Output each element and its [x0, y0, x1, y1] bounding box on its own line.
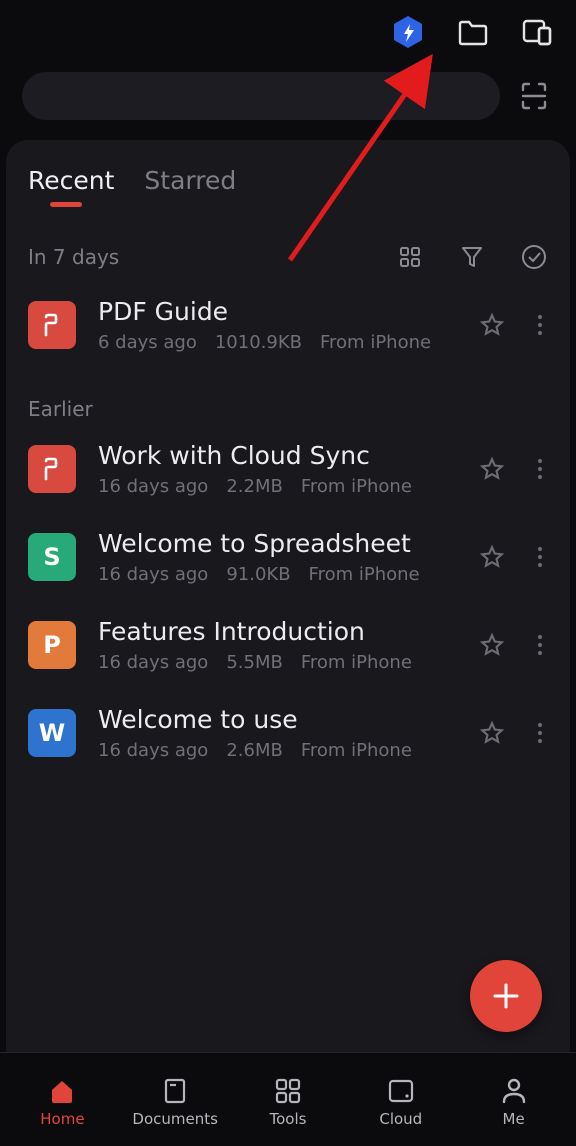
- nav-tools[interactable]: Tools: [232, 1076, 345, 1128]
- file-size: 2.2MB: [226, 476, 283, 497]
- file-size: 2.6MB: [226, 740, 283, 761]
- file-text: Welcome to use 16 days ago 2.6MB From iP…: [98, 705, 456, 761]
- file-item[interactable]: S Welcome to Spreadsheet 16 days ago 91.…: [6, 513, 570, 601]
- search-input[interactable]: [22, 72, 500, 120]
- file-source: From iPhone: [301, 476, 412, 497]
- more-icon[interactable]: [532, 719, 548, 747]
- file-age: 16 days ago: [98, 564, 208, 585]
- top-bar: [0, 0, 576, 64]
- boost-icon[interactable]: [390, 14, 426, 50]
- file-source: From iPhone: [301, 652, 412, 673]
- bottom-nav: Home Documents Tools Cloud Me: [0, 1052, 576, 1146]
- nav-me[interactable]: Me: [457, 1076, 570, 1128]
- filter-icon[interactable]: [458, 243, 486, 271]
- file-name: Features Introduction: [98, 617, 456, 646]
- file-item[interactable]: Work with Cloud Sync 16 days ago 2.2MB F…: [6, 425, 570, 513]
- file-name: PDF Guide: [98, 297, 456, 326]
- person-icon: [499, 1076, 529, 1106]
- folder-icon[interactable]: [456, 15, 490, 49]
- file-size: 91.0KB: [226, 564, 290, 585]
- nav-documents[interactable]: Documents: [119, 1076, 232, 1128]
- file-item[interactable]: W Welcome to use 16 days ago 2.6MB From …: [6, 689, 570, 777]
- nav-cloud[interactable]: Cloud: [344, 1076, 457, 1128]
- file-text: Welcome to Spreadsheet 16 days ago 91.0K…: [98, 529, 456, 585]
- file-type-icon: W: [28, 709, 76, 757]
- file-type-icon: P: [28, 621, 76, 669]
- nav-home[interactable]: Home: [6, 1076, 119, 1128]
- nav-label: Cloud: [379, 1110, 422, 1128]
- tools-icon: [273, 1076, 303, 1106]
- add-button[interactable]: [470, 960, 542, 1032]
- file-type-icon: S: [28, 533, 76, 581]
- main-panel: Recent Starred In 7 days PDF Guide 6 day…: [6, 140, 570, 1058]
- more-icon[interactable]: [532, 631, 548, 659]
- file-source: From iPhone: [309, 564, 420, 585]
- file-source: From iPhone: [320, 332, 431, 353]
- file-source: From iPhone: [301, 740, 412, 761]
- nav-label: Tools: [270, 1110, 307, 1128]
- file-age: 16 days ago: [98, 652, 208, 673]
- tabs: Recent Starred: [6, 160, 570, 217]
- more-icon[interactable]: [532, 455, 548, 483]
- file-text: PDF Guide 6 days ago 1010.9KB From iPhon…: [98, 297, 456, 353]
- more-icon[interactable]: [532, 543, 548, 571]
- file-age: 16 days ago: [98, 740, 208, 761]
- file-name: Welcome to use: [98, 705, 456, 734]
- tab-starred[interactable]: Starred: [144, 166, 236, 205]
- search-row: [0, 64, 576, 134]
- star-icon[interactable]: [478, 631, 506, 659]
- file-text: Features Introduction 16 days ago 5.5MB …: [98, 617, 456, 673]
- file-size: 1010.9KB: [215, 332, 302, 353]
- document-icon: [160, 1076, 190, 1106]
- file-name: Work with Cloud Sync: [98, 441, 456, 470]
- home-icon: [47, 1076, 77, 1106]
- star-icon[interactable]: [478, 311, 506, 339]
- multi-screen-icon[interactable]: [520, 15, 554, 49]
- section-heading-in7days: In 7 days: [6, 217, 570, 281]
- tab-recent[interactable]: Recent: [28, 166, 114, 205]
- star-icon[interactable]: [478, 719, 506, 747]
- grid-view-icon[interactable]: [396, 243, 424, 271]
- select-icon[interactable]: [520, 243, 548, 271]
- file-item[interactable]: PDF Guide 6 days ago 1010.9KB From iPhon…: [6, 281, 570, 369]
- file-age: 6 days ago: [98, 332, 197, 353]
- file-age: 16 days ago: [98, 476, 208, 497]
- file-text: Work with Cloud Sync 16 days ago 2.2MB F…: [98, 441, 456, 497]
- nav-label: Documents: [132, 1110, 218, 1128]
- file-size: 5.5MB: [226, 652, 283, 673]
- more-icon[interactable]: [532, 311, 548, 339]
- scan-icon[interactable]: [514, 76, 554, 116]
- file-item[interactable]: P Features Introduction 16 days ago 5.5M…: [6, 601, 570, 689]
- nav-label: Home: [40, 1110, 84, 1128]
- section-heading-earlier: Earlier: [6, 369, 570, 425]
- star-icon[interactable]: [478, 455, 506, 483]
- nav-label: Me: [503, 1110, 525, 1128]
- file-name: Welcome to Spreadsheet: [98, 529, 456, 558]
- star-icon[interactable]: [478, 543, 506, 571]
- section-label: In 7 days: [28, 245, 119, 269]
- file-type-icon: [28, 301, 76, 349]
- file-type-icon: [28, 445, 76, 493]
- cloud-icon: [386, 1076, 416, 1106]
